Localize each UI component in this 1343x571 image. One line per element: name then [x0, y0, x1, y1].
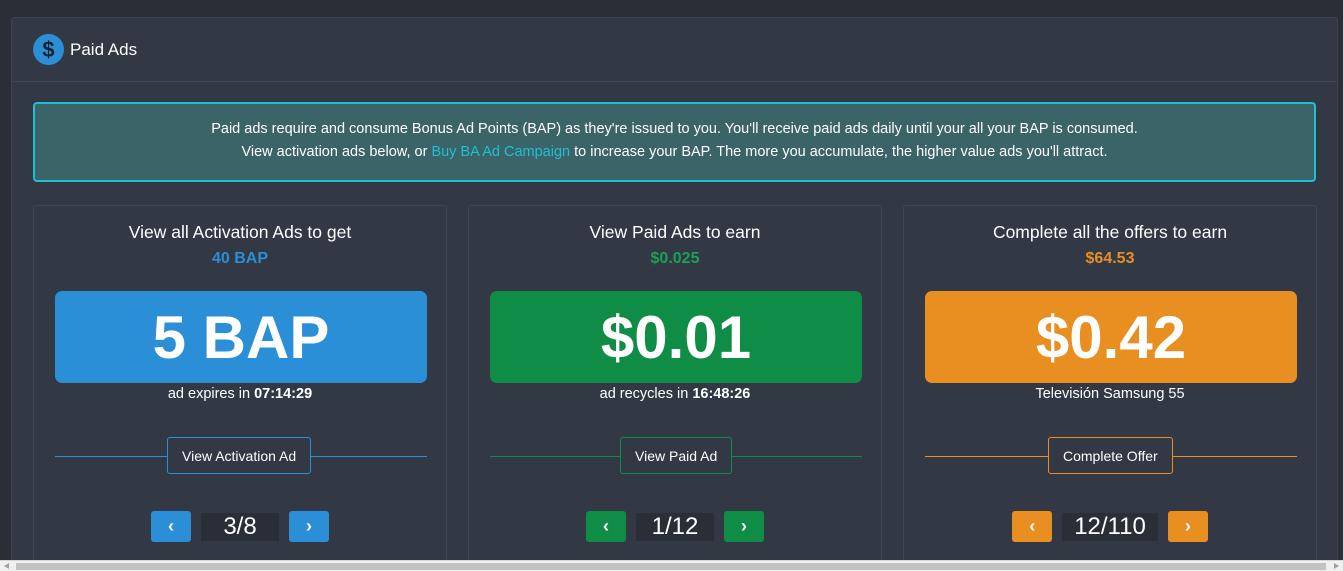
- info-line-1: Paid ads require and consume Bonus Ad Po…: [211, 121, 1138, 137]
- activation-ads-card: View all Activation Ads to get 40 BAP 5 …: [33, 205, 447, 571]
- scroll-left-icon[interactable]: [4, 563, 9, 569]
- card-title: View Paid Ads to earn: [589, 222, 761, 242]
- reward-value: 5 BAP: [55, 291, 427, 383]
- paid-ads-panel: $ Paid Ads Paid ads require and consume …: [11, 17, 1338, 571]
- chevron-right-icon[interactable]: ›: [1167, 511, 1208, 542]
- pager: ‹ 12/110 ›: [904, 511, 1316, 542]
- chevron-left-icon[interactable]: ‹: [586, 511, 626, 542]
- dollar-icon: $: [33, 34, 64, 65]
- ad-recycle: ad recycles in 16:48:26: [599, 386, 751, 402]
- view-paid-ad-button[interactable]: View Paid Ad: [620, 437, 733, 474]
- complete-offer-button[interactable]: Complete Offer: [1048, 437, 1173, 474]
- chevron-right-icon[interactable]: ›: [724, 511, 764, 542]
- pager: ‹ 3/8 ›: [34, 511, 446, 542]
- page-counter: 1/12: [636, 512, 714, 541]
- paid-ads-card: View Paid Ads to earn $0.025 $0.01 ad re…: [468, 205, 882, 571]
- buy-campaign-link[interactable]: Buy BA Ad Campaign: [431, 144, 570, 160]
- page-title: Paid Ads: [70, 39, 138, 59]
- info-alert: Paid ads require and consume Bonus Ad Po…: [33, 102, 1316, 182]
- chevron-left-icon[interactable]: ‹: [151, 511, 191, 542]
- scroll-right-icon[interactable]: [1334, 563, 1339, 569]
- offers-card: Complete all the offers to earn $64.53 $…: [903, 205, 1317, 571]
- card-title: Complete all the offers to earn: [992, 222, 1228, 242]
- card-subtitle: $0.025: [650, 250, 700, 267]
- page-counter: 12/110: [1062, 512, 1158, 541]
- page-counter: 3/8: [201, 512, 279, 541]
- card-subtitle: $64.53: [1085, 250, 1135, 267]
- card-subtitle: 40 BAP: [211, 250, 269, 267]
- chevron-right-icon[interactable]: ›: [289, 511, 329, 542]
- view-activation-ad-button[interactable]: View Activation Ad: [167, 437, 312, 474]
- horizontal-scrollbar[interactable]: [0, 560, 1343, 571]
- panel-header: $ Paid Ads: [12, 18, 1337, 82]
- pager: ‹ 1/12 ›: [469, 511, 881, 542]
- reward-value: $0.42: [925, 291, 1297, 383]
- scrollbar-thumb[interactable]: [16, 563, 1326, 570]
- info-line-2: View activation ads below, or Buy BA Ad …: [241, 144, 1108, 160]
- card-title: View all Activation Ads to get: [128, 222, 352, 242]
- offer-name: Televisión Samsung 55: [1035, 386, 1185, 402]
- ad-expiry: ad expires in 07:14:29: [167, 386, 313, 402]
- chevron-left-icon[interactable]: ‹: [1012, 511, 1053, 542]
- reward-value: $0.01: [490, 291, 862, 383]
